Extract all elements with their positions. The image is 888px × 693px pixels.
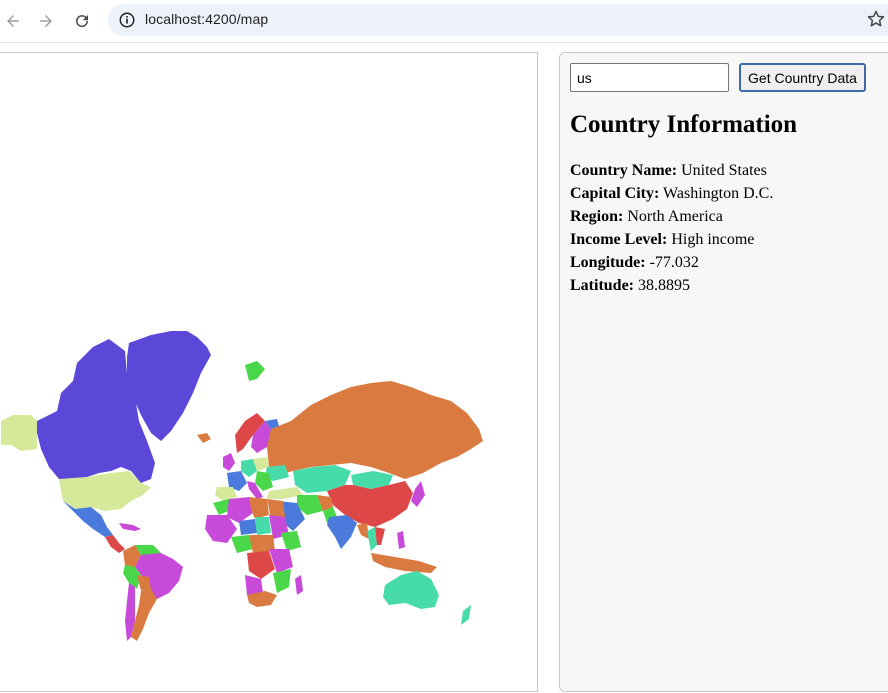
info-row-longitude: Longitude: -77.032 (570, 251, 773, 274)
info-label: Capital City: (570, 185, 660, 202)
country-new-zealand (461, 605, 471, 625)
country-algeria (227, 497, 253, 523)
country-japan (411, 481, 425, 507)
country-madagascar (295, 575, 303, 595)
info-row-region: Region: North America (570, 205, 773, 228)
star-icon[interactable] (866, 9, 886, 29)
forward-arrow-icon[interactable] (33, 8, 59, 34)
info-label: Region: (570, 208, 624, 225)
info-value: -77.032 (649, 254, 699, 271)
country-iceland (197, 433, 211, 443)
reload-icon[interactable] (69, 8, 95, 34)
country-indonesia (371, 553, 437, 573)
back-arrow-icon[interactable] (0, 8, 26, 34)
info-panel: Get Country Data Country Information Cou… (559, 52, 888, 692)
info-value: Washington D.C. (663, 185, 774, 202)
country-bolivia (137, 575, 151, 591)
country-info-list: Country Name: United States Capital City… (570, 159, 773, 297)
info-label: Income Level: (570, 231, 668, 248)
info-row-country-name: Country Name: United States (570, 159, 773, 182)
info-row-income: Income Level: High income (570, 228, 773, 251)
country-ethiopia (281, 531, 301, 551)
country-search-input[interactable] (570, 63, 729, 92)
country-caribbean (119, 523, 141, 531)
info-label: Latitude: (570, 277, 634, 294)
info-title: Country Information (570, 111, 798, 138)
country-russia (267, 381, 483, 479)
info-value: United States (681, 162, 767, 179)
country-niger (239, 519, 257, 535)
url-text[interactable]: localhost:4200/map (145, 11, 268, 27)
country-uk (223, 453, 235, 471)
info-label: Longitude: (570, 254, 646, 271)
country-svalbard (245, 361, 265, 381)
country-drc (247, 551, 275, 579)
site-info-icon[interactable] (118, 11, 136, 29)
country-philippines (397, 531, 405, 549)
info-row-latitude: Latitude: 38.8895 (570, 274, 773, 297)
country-india (327, 515, 357, 549)
country-central-america (105, 535, 125, 553)
country-chad (255, 517, 271, 535)
map-panel (0, 52, 538, 692)
info-row-capital: Capital City: Washington D.C. (570, 182, 773, 205)
browser-toolbar: localhost:4200/map (0, 0, 888, 43)
world-map[interactable] (1, 53, 541, 693)
country-alaska (1, 415, 37, 451)
info-value: North America (627, 208, 723, 225)
info-value: 38.8895 (638, 277, 690, 294)
get-country-data-button[interactable]: Get Country Data (739, 63, 866, 92)
address-bar[interactable]: localhost:4200/map (108, 4, 888, 36)
info-value: High income (671, 231, 755, 248)
country-libya (249, 497, 269, 519)
country-australia (383, 571, 439, 609)
info-label: Country Name: (570, 162, 678, 179)
country-mozambique (273, 569, 291, 593)
